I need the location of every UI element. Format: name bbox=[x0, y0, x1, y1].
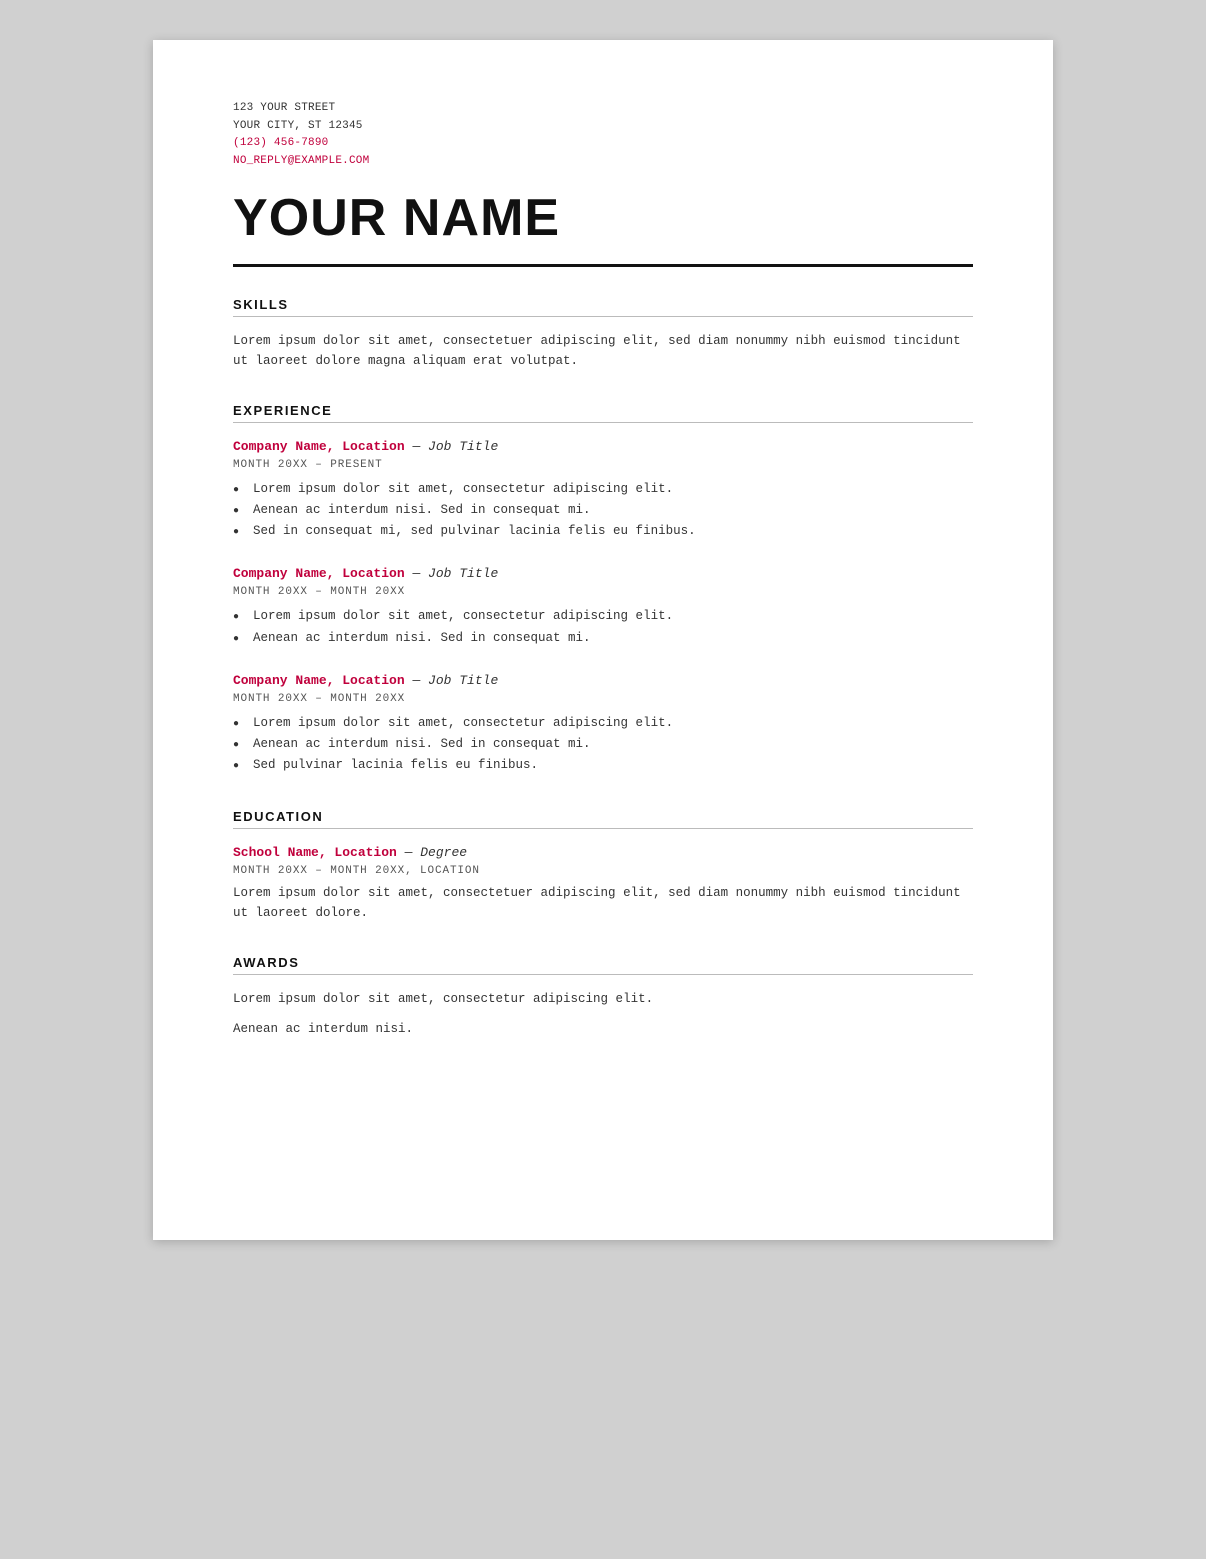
job-dates-1: MONTH 20XX – PRESENT bbox=[233, 459, 973, 471]
edu-degree-1: Degree bbox=[420, 845, 467, 860]
job-separator-2: — bbox=[405, 566, 428, 581]
bullet-1-3: Sed in consequat mi, sed pulvinar lacini… bbox=[233, 521, 973, 542]
edu-entry-1: School Name, Location — Degree MONTH 20X… bbox=[233, 843, 973, 923]
contact-street: 123 YOUR STREET bbox=[233, 100, 973, 118]
experience-section: EXPERIENCE Company Name, Location — Job … bbox=[233, 403, 973, 777]
bullet-3-2: Aenean ac interdum nisi. Sed in consequa… bbox=[233, 734, 973, 755]
job-dates-2: MONTH 20XX – MONTH 20XX bbox=[233, 586, 973, 598]
company-name-1: Company Name, Location bbox=[233, 439, 405, 454]
edu-title-line-1: School Name, Location — Degree bbox=[233, 843, 973, 861]
resume-name: YOUR NAME bbox=[233, 190, 973, 247]
job-role-3: Job Title bbox=[428, 673, 498, 688]
bullet-3-3: Sed pulvinar lacinia felis eu finibus. bbox=[233, 755, 973, 776]
job-role-1: Job Title bbox=[428, 439, 498, 454]
resume-page: 123 YOUR STREET YOUR CITY, ST 12345 (123… bbox=[153, 40, 1053, 1240]
company-name-3: Company Name, Location bbox=[233, 673, 405, 688]
job-entry-1: Company Name, Location — Job Title MONTH… bbox=[233, 437, 973, 543]
bullet-2-2: Aenean ac interdum nisi. Sed in consequa… bbox=[233, 628, 973, 649]
job-separator-3: — bbox=[405, 673, 428, 688]
job-separator-1: — bbox=[405, 439, 428, 454]
skills-section: SKILLS Lorem ipsum dolor sit amet, conse… bbox=[233, 297, 973, 371]
bullet-2-1: Lorem ipsum dolor sit amet, consectetur … bbox=[233, 606, 973, 627]
job-bullets-1: Lorem ipsum dolor sit amet, consectetur … bbox=[233, 479, 973, 543]
job-dates-3: MONTH 20XX – MONTH 20XX bbox=[233, 693, 973, 705]
edu-body-1: Lorem ipsum dolor sit amet, consectetuer… bbox=[233, 883, 973, 923]
skills-title: SKILLS bbox=[233, 297, 973, 317]
bullet-3-1: Lorem ipsum dolor sit amet, consectetur … bbox=[233, 713, 973, 734]
awards-line-2: Aenean ac interdum nisi. bbox=[233, 1019, 973, 1039]
contact-phone: (123) 456-7890 bbox=[233, 135, 973, 153]
school-name-1: School Name, Location bbox=[233, 845, 397, 860]
awards-title: AWARDS bbox=[233, 955, 973, 975]
job-role-2: Job Title bbox=[428, 566, 498, 581]
contact-email: NO_REPLY@EXAMPLE.COM bbox=[233, 153, 973, 171]
awards-section: AWARDS Lorem ipsum dolor sit amet, conse… bbox=[233, 955, 973, 1039]
awards-line-1: Lorem ipsum dolor sit amet, consectetur … bbox=[233, 989, 973, 1009]
contact-section: 123 YOUR STREET YOUR CITY, ST 12345 (123… bbox=[233, 100, 973, 170]
job-bullets-3: Lorem ipsum dolor sit amet, consectetur … bbox=[233, 713, 973, 777]
education-title: EDUCATION bbox=[233, 809, 973, 829]
job-title-line-2: Company Name, Location — Job Title bbox=[233, 564, 973, 582]
skills-body: Lorem ipsum dolor sit amet, consectetuer… bbox=[233, 331, 973, 371]
contact-city: YOUR CITY, ST 12345 bbox=[233, 118, 973, 136]
job-bullets-2: Lorem ipsum dolor sit amet, consectetur … bbox=[233, 606, 973, 649]
education-section: EDUCATION School Name, Location — Degree… bbox=[233, 809, 973, 923]
job-entry-2: Company Name, Location — Job Title MONTH… bbox=[233, 564, 973, 649]
edu-dates-1: MONTH 20XX – MONTH 20XX, LOCATION bbox=[233, 865, 973, 877]
bullet-1-1: Lorem ipsum dolor sit amet, consectetur … bbox=[233, 479, 973, 500]
name-divider bbox=[233, 264, 973, 267]
experience-title: EXPERIENCE bbox=[233, 403, 973, 423]
company-name-2: Company Name, Location bbox=[233, 566, 405, 581]
name-section: YOUR NAME bbox=[233, 190, 973, 247]
job-entry-3: Company Name, Location — Job Title MONTH… bbox=[233, 671, 973, 777]
job-title-line-1: Company Name, Location — Job Title bbox=[233, 437, 973, 455]
job-title-line-3: Company Name, Location — Job Title bbox=[233, 671, 973, 689]
edu-separator-1: — bbox=[397, 845, 420, 860]
bullet-1-2: Aenean ac interdum nisi. Sed in consequa… bbox=[233, 500, 973, 521]
